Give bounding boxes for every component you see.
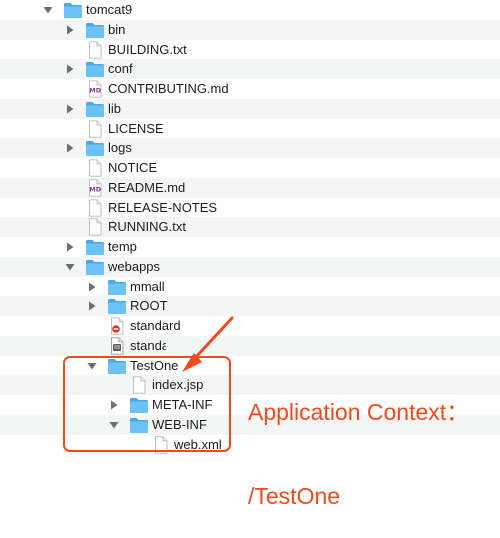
annotation-line-1: Application Context： [248,399,470,425]
annotation-label: Application Context： /TestOne [248,342,469,538]
annotation-line-2: /TestOne [248,483,341,509]
